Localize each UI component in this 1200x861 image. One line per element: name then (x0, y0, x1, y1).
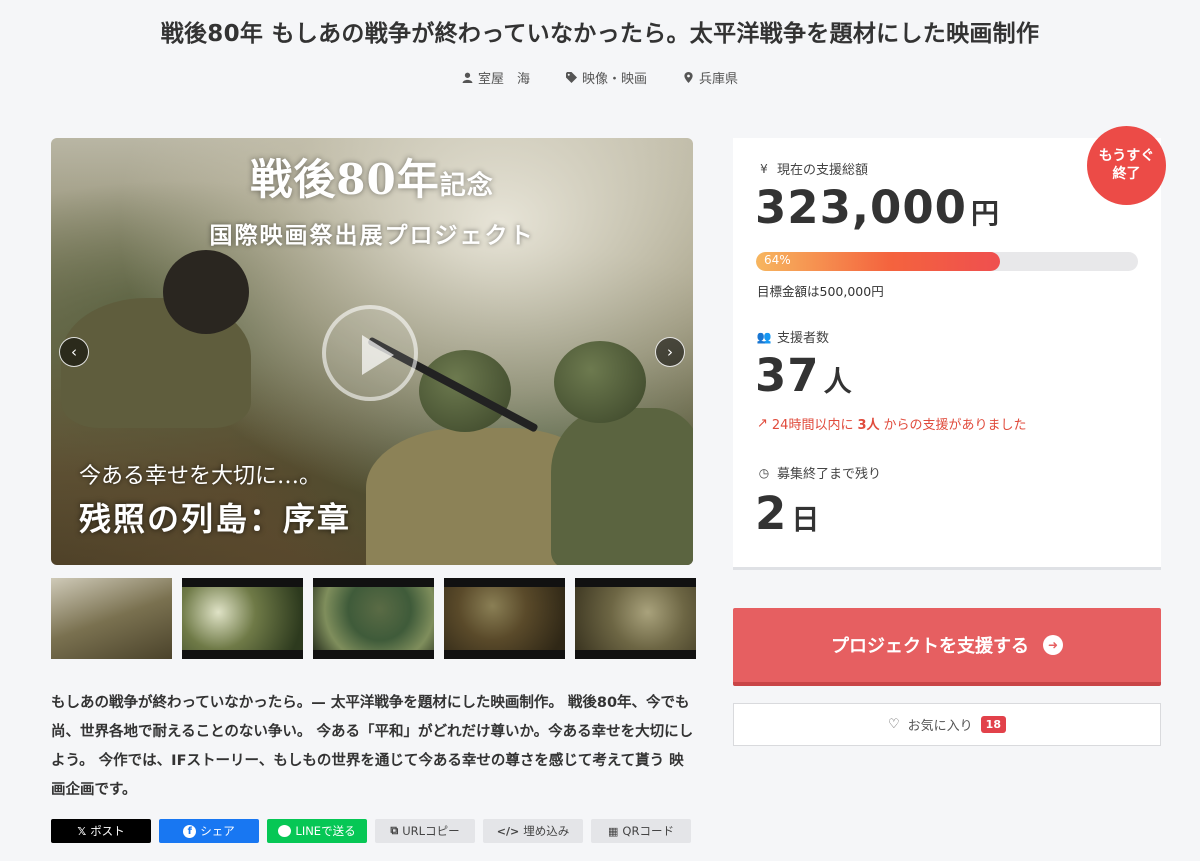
favorite-count: 18 (980, 716, 1006, 733)
map-pin-icon (684, 72, 693, 83)
stats-panel: ¥ 現在の支援総額 323,000 円 64% 目標金額は500,000円 👥 支… (733, 138, 1161, 570)
code-icon: </> (496, 824, 520, 838)
thumbnail-strip (51, 578, 696, 659)
x-icon: 𝕏 (77, 824, 87, 838)
user-icon (462, 72, 473, 83)
goal-amount: 目標金額は500,000円 (757, 284, 884, 299)
tag-icon (565, 72, 577, 83)
qr-code-button[interactable]: ▦ QRコード (591, 819, 691, 843)
embed-button[interactable]: </> 埋め込み (483, 819, 583, 843)
post-label: ポスト (90, 824, 125, 838)
thumbnail-4[interactable] (444, 578, 565, 659)
category-link[interactable]: 映像・映画 (565, 68, 647, 87)
hero-subheading: 国際映画祭出展プロジェクト (209, 222, 535, 249)
url-copy-button[interactable]: ⧉ URLコピー (375, 819, 475, 843)
qr-label: QRコード (622, 824, 674, 838)
url-copy-label: URLコピー (402, 824, 460, 838)
location-name: 兵庫県 (699, 72, 739, 87)
favorite-button[interactable]: ♡ お気に入り 18 (733, 703, 1161, 746)
heart-icon: ♡ (888, 717, 900, 732)
play-icon[interactable] (322, 305, 418, 401)
project-meta: 室屋 海 映像・映画 兵庫県 (0, 68, 1200, 87)
line-icon (278, 825, 292, 837)
arrow-right-icon: ➜ (1043, 635, 1063, 655)
location-link[interactable]: 兵庫県 (683, 68, 738, 87)
facebook-icon: f (183, 824, 197, 838)
owner-name: 室屋 海 (477, 72, 530, 87)
remaining-label: ◷ 募集終了まで残り (758, 465, 882, 483)
copy-icon: ⧉ (390, 824, 399, 837)
line-share-button[interactable]: LINEで送る (267, 819, 367, 843)
scene-shape (551, 408, 693, 565)
yen-icon: ¥ (760, 161, 768, 176)
thumbnail-3[interactable] (313, 578, 434, 659)
hero-film-title: 残照の列島：序章 (79, 500, 352, 538)
thumbnail-image (51, 578, 172, 659)
users-icon: 👥 (756, 329, 772, 344)
clock-icon: ◷ (758, 465, 770, 480)
supporters-label: 👥 支援者数 (756, 329, 830, 347)
thumbnail-image (575, 587, 696, 650)
qr-icon: ▦ (608, 824, 619, 838)
scene-shape (554, 341, 646, 423)
facebook-share-button[interactable]: f シェア (159, 819, 259, 843)
thumbnail-image (444, 587, 565, 650)
owner-link[interactable]: 室屋 海 (462, 68, 530, 87)
post-x-button[interactable]: 𝕏 ポスト (51, 819, 151, 843)
hero-heading: 戦後80年記念 (250, 155, 494, 204)
line-label: LINEで送る (295, 824, 356, 838)
total-amount: 323,000 円 (755, 181, 1000, 234)
share-bar: 𝕏 ポスト f シェア LINEで送る ⧉ URLコピー </> 埋め込み ▦ QRコード (51, 819, 691, 843)
category-name: 映像・映画 (581, 72, 647, 87)
remaining-days: 2日 (755, 487, 821, 540)
hero-tagline: 今ある幸せを大切に…。 (79, 464, 322, 489)
supporters-count: 37 人 (755, 349, 853, 402)
progress-percent: 64% (764, 253, 791, 267)
page-title: 戦後80年 もしあの戦争が終わっていなかったら。太平洋戦争を題材にした映画制作 (160, 21, 1040, 47)
funding-progress-bar: 64% (756, 252, 1138, 271)
thumbnail-5[interactable] (575, 578, 696, 659)
thumbnail-image (182, 587, 303, 650)
slider-next-button[interactable]: › (655, 337, 685, 367)
support-label: プロジェクトを支援する (831, 636, 1029, 657)
thumbnail-image (313, 587, 434, 650)
ending-soon-badge: もうすぐ 終了 (1087, 126, 1166, 205)
recent-supports: ↗ 24時間以内に 3人 からの支援がありました (757, 416, 1027, 433)
trend-up-icon: ↗ (757, 416, 768, 431)
support-project-button[interactable]: プロジェクトを支援する ➜ (733, 608, 1161, 686)
scene-shape (163, 250, 249, 334)
progress-fill: 64% (756, 252, 1001, 271)
thumbnail-2[interactable] (182, 578, 303, 659)
share-label: シェア (200, 824, 235, 838)
thumbnail-1[interactable] (51, 578, 172, 659)
slider-prev-button[interactable]: ‹ (59, 337, 89, 367)
project-description: もしあの戦争が終わっていなかったら。— 太平洋戦争を題材にした映画制作。 戦後8… (51, 695, 694, 798)
main-visual[interactable]: 戦後80年記念 国際映画祭出展プロジェクト 今ある幸せを大切に…。 残照の列島：… (51, 138, 693, 565)
embed-label: 埋め込み (523, 824, 570, 838)
favorite-label: お気に入り (907, 719, 973, 734)
total-label: ¥ 現在の支援総額 (757, 159, 868, 179)
